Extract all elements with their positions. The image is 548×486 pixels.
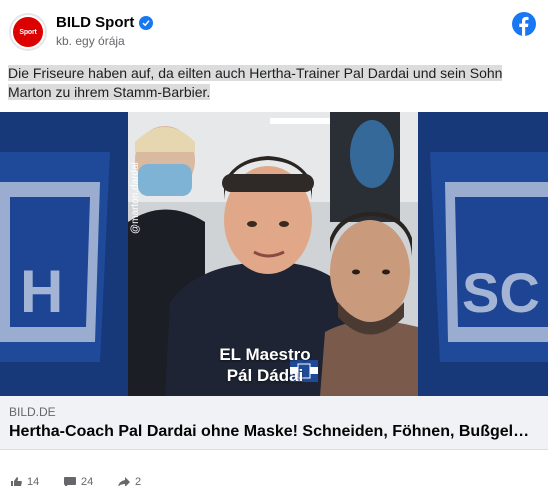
- like-icon: [11, 477, 22, 486]
- share-icon: [118, 477, 130, 486]
- post-media[interactable]: H SC @marton.dardai EL Maestro Pál Dádai: [0, 112, 548, 396]
- instagram-handle: @marton.dardai: [130, 162, 141, 234]
- overlay-line-1: EL Maestro: [219, 345, 311, 364]
- overlay-line-2: Pál Dádai: [226, 366, 304, 385]
- link-preview[interactable]: BILD.DE Hertha-Coach Pal Dardai ohne Mas…: [0, 396, 548, 450]
- post-header: Sport BILD Sport kb. egy órája: [0, 0, 548, 56]
- page-name[interactable]: BILD Sport: [56, 14, 154, 31]
- link-title[interactable]: Hertha-Coach Pal Dardai ohne Maske! Schn…: [9, 423, 534, 441]
- shares-value: 2: [135, 476, 142, 486]
- page-name-label[interactable]: BILD Sport: [56, 14, 134, 31]
- comments-count[interactable]: 24: [64, 476, 93, 486]
- bild-logo: Sport: [11, 15, 45, 49]
- shares-count[interactable]: 2: [118, 476, 141, 486]
- caption-text: Die Friseure haben auf, da eilten auch H…: [8, 65, 503, 100]
- comment-icon: [64, 477, 76, 486]
- verified-badge-icon: [139, 15, 154, 30]
- page-avatar[interactable]: Sport: [9, 13, 47, 51]
- likes-value: 14: [27, 476, 40, 486]
- svg-text:SC: SC: [462, 261, 540, 324]
- comments-value: 24: [81, 476, 94, 486]
- post-stats-bar: 14 24 2: [0, 476, 548, 486]
- post-caption: Die Friseure haben auf, da eilten auch H…: [8, 64, 508, 102]
- timestamp-label[interactable]: kb. egy órája: [56, 34, 125, 48]
- link-domain: BILD.DE: [9, 405, 56, 419]
- avatar-text: Sport: [19, 28, 37, 36]
- post-timestamp[interactable]: kb. egy órája: [56, 34, 125, 48]
- facebook-logo-icon: [512, 12, 536, 36]
- video-overlay-title: EL Maestro Pál Dádai: [200, 344, 330, 386]
- likes-count[interactable]: 14: [10, 476, 39, 486]
- svg-text:H: H: [20, 258, 63, 325]
